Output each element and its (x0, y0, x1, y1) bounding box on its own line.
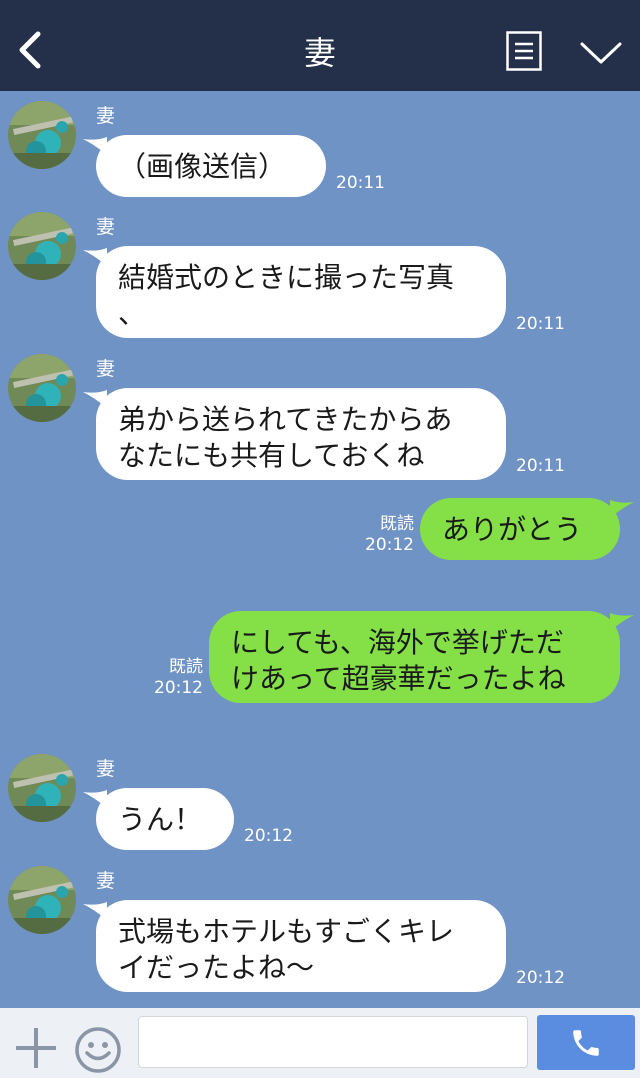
chevron-down-icon[interactable] (579, 38, 623, 68)
phone-icon (573, 1030, 599, 1056)
avatar[interactable] (8, 354, 76, 422)
plus-icon[interactable] (14, 1026, 58, 1070)
timestamp: 20:12 (516, 968, 565, 988)
avatar[interactable] (8, 754, 76, 822)
avatar[interactable] (8, 101, 76, 169)
message-input[interactable] (138, 1016, 528, 1068)
message-text-line: けあって超豪華だったよね (231, 662, 566, 695)
read-label: 既読 (169, 657, 203, 677)
received-message-bubble[interactable]: 結婚式のときに撮った写真、 (96, 246, 506, 338)
message-text-line: 弟から送られてきたからあ (118, 403, 453, 436)
timestamp: 20:12 (365, 535, 414, 555)
message-list[interactable]: 妻（画像送信） 20:11 妻結婚式のときに撮った写真、 20:11 妻弟から送られてき… (0, 91, 640, 1008)
call-button[interactable] (537, 1015, 635, 1070)
received-message-bubble[interactable]: 弟から送られてきたからあ なたにも共有しておくね (96, 388, 506, 480)
message-text-line: イだったよね〜 (118, 951, 315, 984)
message-text-line: 式場もホテルもすごくキレ (118, 915, 455, 948)
sender-name: 妻 (96, 216, 116, 238)
chat-header: 妻 (0, 0, 640, 91)
timestamp: 20:11 (516, 314, 565, 334)
timestamp: 20:11 (516, 456, 565, 476)
message-text-line: 、 (118, 297, 147, 330)
received-message-bubble[interactable]: （画像送信） (96, 135, 326, 197)
message-composer (0, 1008, 640, 1078)
read-label: 既読 (380, 514, 414, 534)
received-message-bubble[interactable]: うん！ (96, 788, 234, 850)
message-text-line: ありがとう (442, 513, 583, 546)
received-message-bubble[interactable]: 式場もホテルもすごくキレ イだったよね〜 (96, 900, 506, 992)
message-text-line: うん！ (118, 803, 203, 836)
chat-title: 妻 (303, 34, 336, 72)
timestamp: 20:12 (244, 826, 293, 846)
message-text-line: （画像送信） (118, 150, 287, 183)
read-receipt: 既読 20:12 (365, 514, 414, 556)
avatar[interactable] (8, 212, 76, 280)
read-receipt: 既読 20:12 (154, 657, 203, 699)
message-text-line: 結婚式のときに撮った写真 (118, 261, 455, 294)
smiley-icon[interactable] (74, 1026, 122, 1074)
sender-name: 妻 (96, 870, 116, 892)
timestamp: 20:11 (336, 173, 385, 193)
sender-name: 妻 (96, 758, 116, 780)
sent-message-bubble[interactable]: ありがとう (420, 498, 620, 560)
sender-name: 妻 (96, 105, 116, 127)
message-text-line: にしても、海外で挙げただ (231, 626, 564, 659)
timestamp: 20:12 (154, 678, 203, 698)
sent-message-bubble[interactable]: にしても、海外で挙げただ けあって超豪華だったよね (209, 611, 620, 703)
document-menu-icon[interactable] (506, 31, 542, 71)
sender-name: 妻 (96, 358, 116, 380)
avatar[interactable] (8, 866, 76, 934)
message-text-line: なたにも共有しておくね (118, 439, 425, 472)
